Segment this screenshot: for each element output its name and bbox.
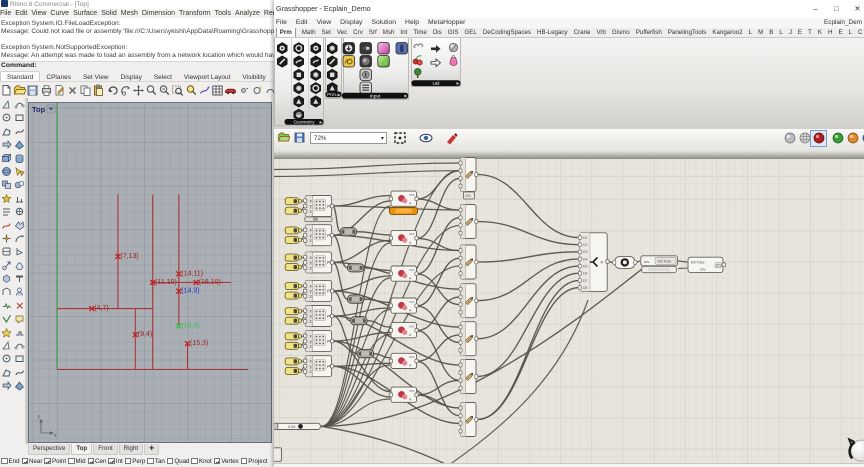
svg-text:D6: D6 xyxy=(583,272,587,276)
svg-text:(15,3): (15,3) xyxy=(190,340,208,347)
svg-text:0%: 0% xyxy=(466,194,472,198)
svg-text:(16,10): (16,10) xyxy=(199,279,221,286)
svg-text:xxx: xxx xyxy=(409,232,415,236)
svg-text:D2: D2 xyxy=(583,243,587,247)
svg-text:xxx: xxx xyxy=(409,193,415,197)
svg-text:crv: crv xyxy=(644,259,649,264)
svg-text:D8: D8 xyxy=(583,286,587,290)
svg-text:Input: Input xyxy=(370,93,381,99)
svg-text:(14,11): (14,11) xyxy=(181,270,203,277)
svg-text:Top: Top xyxy=(32,105,46,114)
svg-text:xxx: xxx xyxy=(409,324,415,328)
svg-text:D3: D3 xyxy=(583,250,587,254)
svg-text:Inf.Tree: Inf.Tree xyxy=(658,258,672,263)
svg-text:D7: D7 xyxy=(583,279,587,283)
svg-text:Inf.Tree: Inf.Tree xyxy=(691,259,705,264)
svg-text:(14,9): (14,9) xyxy=(181,288,199,295)
svg-text:xxx: xxx xyxy=(409,268,415,272)
svg-text:Geometry: Geometry xyxy=(293,120,315,126)
svg-text:(11,10): (11,10) xyxy=(155,279,177,286)
svg-text:D1: D1 xyxy=(583,236,587,240)
svg-text:y: y xyxy=(38,414,41,420)
svg-text:D4: D4 xyxy=(583,257,587,261)
svg-text:(9,4): (9,4) xyxy=(138,331,152,338)
svg-text:xxx: xxx xyxy=(409,300,415,304)
svg-text:x: x xyxy=(54,433,57,439)
svg-text:xxx: xxx xyxy=(409,389,415,393)
svg-text:0.50: 0.50 xyxy=(288,425,295,429)
svg-text:(P): (P) xyxy=(716,263,721,267)
svg-text:(7,13): (7,13) xyxy=(120,253,138,260)
svg-text:crv: crv xyxy=(700,266,705,271)
svg-text:(14,5): (14,5) xyxy=(181,323,199,330)
svg-text:xxx: xxx xyxy=(409,355,415,359)
svg-text:D5: D5 xyxy=(583,265,587,269)
svg-text:Util: Util xyxy=(433,81,440,87)
svg-text:(4,7): (4,7) xyxy=(94,305,108,312)
svg-text:R: R xyxy=(601,260,604,264)
